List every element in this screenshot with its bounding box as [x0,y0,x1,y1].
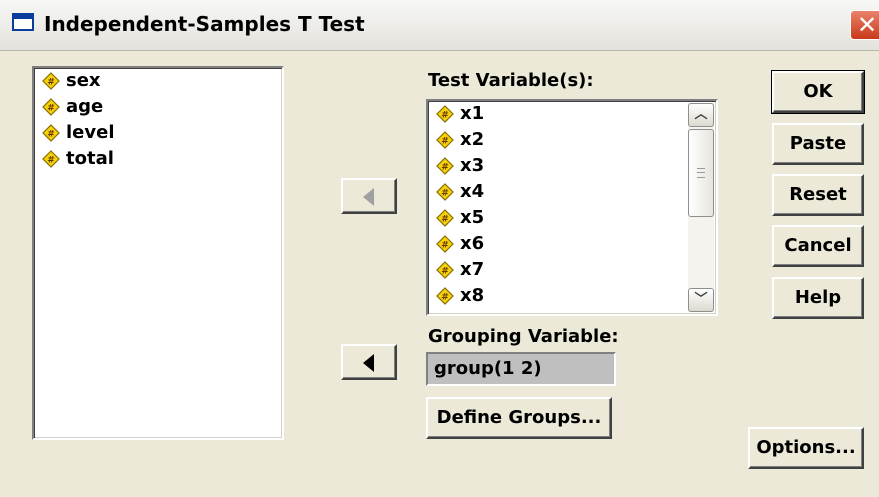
list-item[interactable]: # x4 [434,179,716,205]
variable-name: age [66,96,104,117]
svg-text:#: # [441,111,449,121]
list-item[interactable]: # x6 [434,231,716,257]
reset-button[interactable]: Reset [772,174,864,216]
list-item[interactable]: # x2 [434,127,716,153]
chevron-up-icon: ︿ [694,107,708,122]
variable-name: x2 [460,129,485,150]
list-item[interactable]: # level [40,120,282,146]
vertical-scrollbar[interactable]: ︿ ﹀ [688,103,714,312]
scale-variable-icon: # [436,235,454,253]
scale-variable-icon: # [436,183,454,201]
variable-name: total [66,148,114,169]
scale-variable-icon: # [42,150,60,168]
svg-text:#: # [441,293,449,303]
list-item[interactable]: # x8 [434,283,716,309]
variable-name: x1 [460,103,485,124]
variable-name: x6 [460,233,485,254]
list-item[interactable]: # total [40,146,282,172]
test-variables-label: Test Variable(s): [428,70,594,91]
cancel-button[interactable]: Cancel [772,225,864,267]
source-variable-list[interactable]: # sex # age # level # total [32,66,284,440]
window-icon [12,13,34,31]
svg-text:#: # [441,241,449,251]
ok-button[interactable]: OK [771,70,865,114]
variable-name: x7 [460,259,485,280]
window-title: Independent-Samples T Test [44,12,365,36]
variable-name: x5 [460,207,485,228]
grouping-variable-label: Grouping Variable: [428,326,619,347]
svg-text:#: # [441,215,449,225]
list-item[interactable]: # x5 [434,205,716,231]
scale-variable-icon: # [436,131,454,149]
scale-variable-icon: # [42,72,60,90]
grip-icon [697,168,705,178]
variable-name: x8 [460,285,485,306]
scale-variable-icon: # [436,209,454,227]
scroll-thumb[interactable] [688,129,714,217]
svg-text:#: # [441,189,449,199]
options-button[interactable]: Options... [748,427,864,469]
svg-text:#: # [47,156,55,166]
list-item[interactable]: # x1 [434,101,716,127]
scale-variable-icon: # [42,124,60,142]
scale-variable-icon: # [436,287,454,305]
scale-variable-icon: # [42,98,60,116]
svg-text:#: # [441,267,449,277]
grouping-variable-field[interactable]: group(1 2) [426,352,616,386]
svg-text:#: # [47,104,55,114]
move-arrow-icon [363,354,374,372]
variable-name: x3 [460,155,485,176]
variable-name: x4 [460,181,485,202]
paste-button[interactable]: Paste [772,123,864,165]
chevron-down-icon: ﹀ [694,292,708,307]
move-to-test-button[interactable] [341,178,397,214]
variable-name: sex [66,70,101,91]
title-bar: Independent-Samples T Test ✕ [0,0,879,51]
list-item[interactable]: # x7 [434,257,716,283]
list-item[interactable]: # age [40,94,282,120]
move-to-grouping-button[interactable] [341,344,397,380]
list-item[interactable]: # x3 [434,153,716,179]
svg-text:#: # [47,130,55,140]
svg-text:#: # [47,78,55,88]
variable-name: level [66,122,115,143]
define-groups-button[interactable]: Define Groups... [426,397,612,439]
list-item[interactable]: # sex [40,68,282,94]
scroll-up-button[interactable]: ︿ [688,103,714,127]
scale-variable-icon: # [436,157,454,175]
scale-variable-icon: # [436,105,454,123]
help-button[interactable]: Help [772,277,864,319]
move-arrow-icon [363,188,374,206]
close-button[interactable]: ✕ [850,10,879,40]
test-variable-list[interactable]: # x1 # x2 # x3 # x4 # x5 # x6 # x7 # x8 ︿ ﹀ [426,99,718,316]
scroll-down-button[interactable]: ﹀ [688,288,714,312]
scale-variable-icon: # [436,261,454,279]
svg-text:#: # [441,163,449,173]
svg-text:#: # [441,137,449,147]
